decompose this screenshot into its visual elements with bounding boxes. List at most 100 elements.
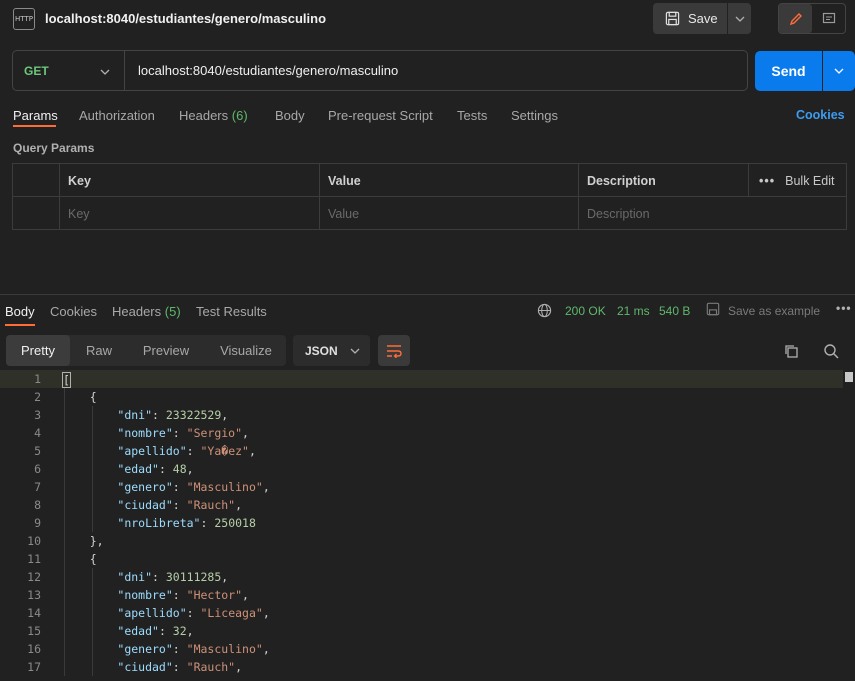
code-line: 10 }, <box>0 532 843 550</box>
tab-params[interactable]: Params <box>13 108 58 123</box>
save-label: Save <box>688 11 718 26</box>
param-description-input[interactable]: Description <box>578 197 846 230</box>
code-text: "genero": "Masculino", <box>117 642 270 656</box>
table-row: Key Value Description <box>13 197 846 230</box>
bulk-edit-label: Bulk Edit <box>785 173 835 188</box>
json-number-value: 30111285 <box>165 570 222 584</box>
save-example-icon <box>706 302 720 319</box>
copy-icon[interactable] <box>782 342 800 360</box>
json-string-value: "Rauch" <box>186 660 236 674</box>
request-title[interactable]: localhost:8040/estudiantes/genero/mascul… <box>45 11 326 26</box>
code-text: "edad": 48, <box>117 462 194 476</box>
line-number: 9 <box>34 516 41 530</box>
save-as-example-button[interactable]: Save as example <box>728 304 820 318</box>
send-button[interactable]: Send <box>755 51 822 91</box>
more-options-icon[interactable]: ••• <box>836 301 852 315</box>
param-key-input[interactable]: Key <box>59 197 319 230</box>
tab-settings[interactable]: Settings <box>511 108 558 123</box>
code-line: 11 { <box>0 550 843 568</box>
tab-authorization[interactable]: Authorization <box>79 108 155 123</box>
line-number: 14 <box>27 606 41 620</box>
tab-pre-request-script[interactable]: Pre-request Script <box>328 108 433 123</box>
format-mode-group: Pretty Raw Preview Visualize <box>6 335 286 366</box>
line-number: 2 <box>34 390 41 404</box>
json-string-value: "Liceaga" <box>200 606 263 620</box>
edit-mode-button[interactable] <box>779 4 812 33</box>
json-number-value: 23322529 <box>165 408 222 422</box>
wrap-lines-button[interactable] <box>378 335 410 366</box>
code-text: { <box>62 390 97 404</box>
code-text: }, <box>62 534 104 548</box>
column-header-value: Value <box>319 164 578 197</box>
json-string-value: "Masculino" <box>186 642 263 656</box>
json-key: "nombre" <box>117 588 173 602</box>
tab-headers[interactable]: Headers (6) <box>179 108 248 123</box>
response-size[interactable]: 540 B <box>659 304 690 318</box>
code-line: 4 "nombre": "Sergio", <box>0 424 843 442</box>
response-time[interactable]: 21 ms <box>617 304 650 318</box>
code-text: "ciudad": "Rauch", <box>117 660 243 674</box>
tab-body[interactable]: Body <box>275 108 305 123</box>
param-value-input[interactable]: Value <box>319 197 578 230</box>
mode-pretty[interactable]: Pretty <box>6 335 70 366</box>
code-text: "apellido": "Liceaga", <box>117 606 270 620</box>
language-select[interactable]: JSON <box>293 335 370 366</box>
code-text: "nombre": "Hector", <box>117 588 249 602</box>
comments-button[interactable] <box>812 4 845 33</box>
code-line: 5 "apellido": "Ya�ez", <box>0 442 843 460</box>
json-key: "edad" <box>117 624 159 638</box>
search-icon[interactable] <box>822 342 840 360</box>
save-button[interactable]: Save <box>653 3 727 34</box>
send-options-button[interactable] <box>823 51 855 91</box>
globe-icon[interactable] <box>537 303 552 321</box>
method-label: GET <box>24 63 49 78</box>
editor-scrollbar[interactable] <box>843 370 855 681</box>
column-header-key: Key <box>59 164 319 197</box>
json-key: "nombre" <box>117 426 173 440</box>
code-line: 8 "ciudad": "Rauch", <box>0 496 843 514</box>
code-text: "edad": 32, <box>117 624 194 638</box>
line-number: 11 <box>27 552 41 566</box>
wrap-icon <box>387 344 402 358</box>
json-key: "ciudad" <box>117 660 173 674</box>
code-line: 13 "nombre": "Hector", <box>0 586 843 604</box>
mode-raw[interactable]: Raw <box>74 335 124 366</box>
save-icon <box>665 11 680 26</box>
line-number: 4 <box>34 426 41 440</box>
status-code[interactable]: 200 OK <box>565 304 606 318</box>
mode-visualize[interactable]: Visualize <box>210 335 282 366</box>
code-line: 14 "apellido": "Liceaga", <box>0 604 843 622</box>
code-text: "nroLibreta": 250018 <box>117 516 256 530</box>
json-string-value: "Ya�ez" <box>200 444 249 458</box>
save-options-button[interactable] <box>728 3 751 34</box>
http-request-icon: HTTP <box>13 8 35 30</box>
request-tabs: Params Authorization Headers (6) Body Pr… <box>0 104 855 130</box>
active-response-tab-indicator <box>5 324 35 326</box>
line-number: 7 <box>34 480 41 494</box>
code-line: 6 "edad": 48, <box>0 460 843 478</box>
bulk-edit-button[interactable]: ••• Bulk Edit <box>748 164 846 197</box>
url-input[interactable]: localhost:8040/estudiantes/genero/mascul… <box>125 63 398 78</box>
line-number: 10 <box>27 534 41 548</box>
line-number: 3 <box>34 408 41 422</box>
cookies-link[interactable]: Cookies <box>796 108 845 122</box>
row-checkbox-cell <box>13 197 59 230</box>
query-params-table: Key Value Description ••• Bulk Edit Key … <box>12 163 847 230</box>
json-key: "dni" <box>117 570 153 584</box>
line-number: 17 <box>27 660 41 674</box>
mode-preview[interactable]: Preview <box>134 335 198 366</box>
tab-test-results[interactable]: Test Results <box>196 304 267 319</box>
tab-response-headers[interactable]: Headers (5) <box>112 304 181 319</box>
tab-response-cookies[interactable]: Cookies <box>50 304 97 319</box>
more-icon[interactable]: ••• <box>759 174 775 188</box>
method-select[interactable]: GET <box>13 51 125 90</box>
code-text: { <box>62 552 97 566</box>
response-body-editor[interactable]: 1[2 {3 "dni": 23322529, 4 "nombre": "Serg… <box>0 370 855 681</box>
tab-tests[interactable]: Tests <box>457 108 487 123</box>
chevron-down-icon <box>834 68 844 74</box>
comment-icon <box>822 12 835 23</box>
tab-response-body[interactable]: Body <box>5 304 35 319</box>
editor-scrollbar-thumb[interactable] <box>845 372 853 382</box>
response-divider[interactable] <box>0 294 855 295</box>
chevron-down-icon <box>100 64 110 78</box>
